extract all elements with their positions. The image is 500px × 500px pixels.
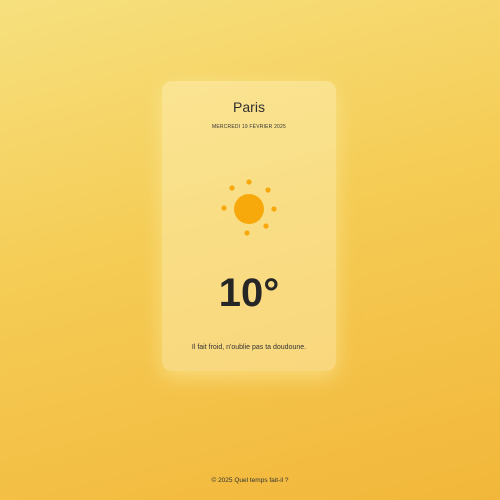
sun-ray (229, 185, 235, 191)
weather-card: Paris MERCREDI 19 FÉVRIER 2025 10° Il fa… (162, 81, 336, 371)
sun-ray (244, 230, 250, 236)
temperature-value: 10° (218, 271, 280, 315)
sun-ray (265, 187, 271, 193)
city-name: Paris (233, 99, 265, 115)
sun-ray (263, 223, 269, 229)
sun-ray (221, 205, 227, 211)
sun-icon (218, 178, 280, 240)
weather-message: Il fait froid, n'oublie pas ta doudoune. (191, 344, 307, 351)
sun-ray (246, 179, 252, 185)
sun-core (234, 194, 264, 224)
date-label: MERCREDI 19 FÉVRIER 2025 (212, 124, 286, 130)
footer-copyright: © 2025 Quel temps fait-il ? (211, 477, 289, 484)
sun-ray (271, 206, 277, 212)
